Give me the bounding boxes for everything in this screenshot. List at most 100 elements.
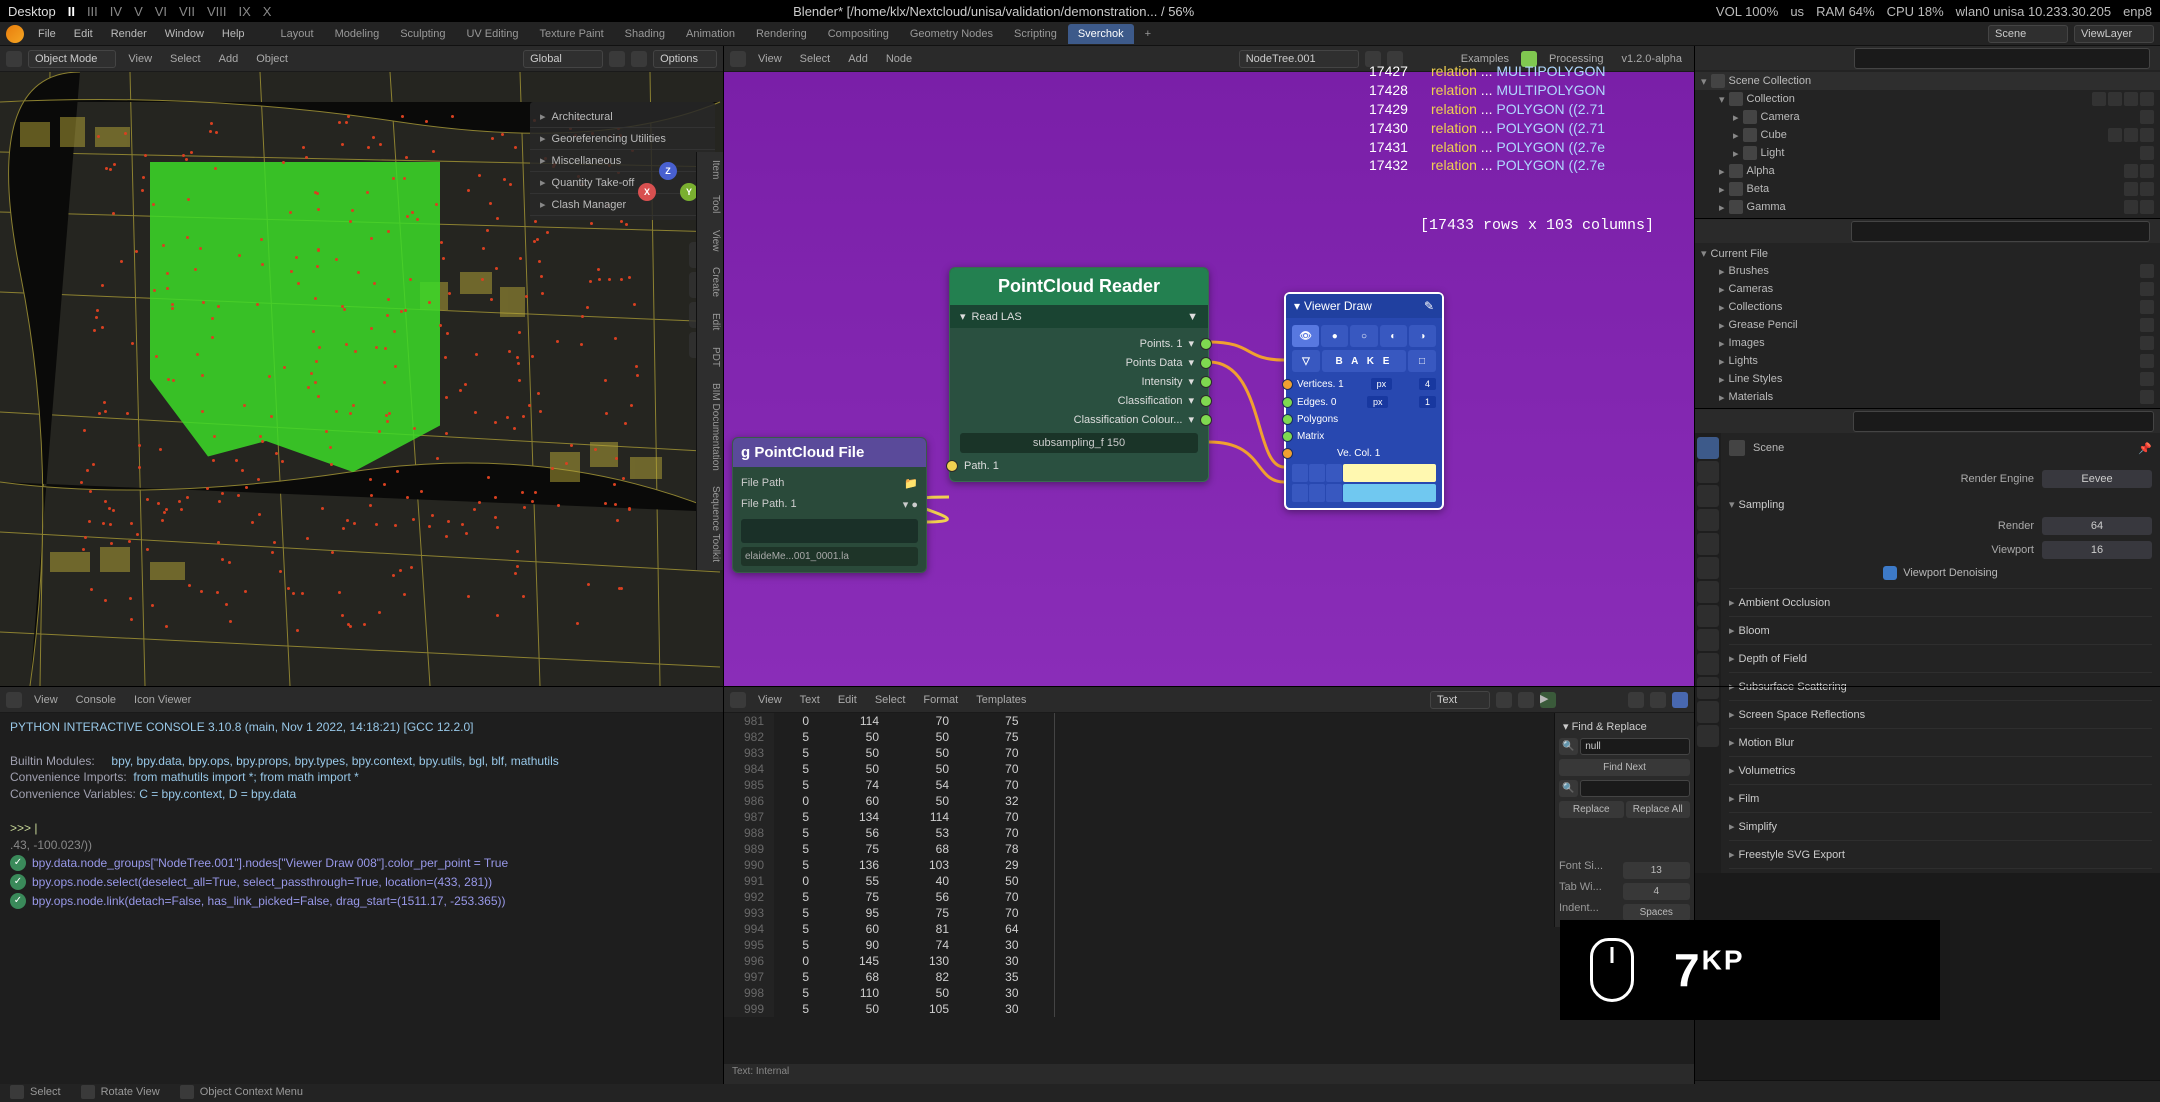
data-item[interactable]: Cameras bbox=[1695, 280, 2160, 298]
orient-dropdown[interactable]: Global bbox=[523, 50, 603, 68]
edit-icon[interactable]: ✎ bbox=[1424, 299, 1434, 313]
findrepl-title[interactable]: ▾ Find & Replace bbox=[1559, 717, 1690, 736]
vd-target[interactable]: □ bbox=[1408, 350, 1436, 372]
workspace-9[interactable]: IX bbox=[238, 4, 250, 19]
tabw-field[interactable]: 4 bbox=[1623, 883, 1691, 900]
con-menu-view[interactable]: View bbox=[28, 692, 64, 708]
ptab-output[interactable] bbox=[1697, 461, 1719, 483]
te-menu-view[interactable]: View bbox=[752, 692, 788, 708]
ptab-scene[interactable] bbox=[1697, 509, 1719, 531]
viewport-samples[interactable]: 16 bbox=[2042, 541, 2152, 559]
outliner-item[interactable]: Light bbox=[1695, 144, 2160, 162]
pointcloud-reader-node[interactable]: PointCloud Reader Read LAS▼ Points. 1▾ P… bbox=[949, 267, 1209, 482]
te-menu-format[interactable]: Format bbox=[917, 692, 964, 708]
ptab-render[interactable] bbox=[1697, 437, 1719, 459]
outliner-item[interactable]: Alpha bbox=[1695, 162, 2160, 180]
cb-a[interactable] bbox=[1292, 464, 1308, 482]
te-shield-icon[interactable] bbox=[1496, 692, 1512, 708]
texted-icon[interactable] bbox=[730, 692, 746, 708]
vd-shade-2[interactable]: ○ bbox=[1350, 325, 1377, 347]
te-menu-text[interactable]: Text bbox=[794, 692, 826, 708]
vp-menu-select[interactable]: Select bbox=[164, 51, 207, 67]
vd-shade-1[interactable]: ● bbox=[1321, 325, 1348, 347]
menu-edit[interactable]: Edit bbox=[66, 25, 101, 43]
data-item[interactable]: Grease Pencil bbox=[1695, 316, 2160, 334]
vd-shade-3[interactable]: ◐ bbox=[1380, 325, 1407, 347]
file-browser-icon[interactable] bbox=[741, 519, 918, 543]
console-icon[interactable] bbox=[6, 692, 22, 708]
gizmo-x[interactable]: X bbox=[638, 183, 656, 201]
fontsize-field[interactable]: 13 bbox=[1623, 862, 1691, 879]
vp-menu-object[interactable]: Object bbox=[250, 51, 294, 67]
ntab-pdt[interactable]: PDT bbox=[696, 339, 723, 375]
tab-sculpting[interactable]: Sculpting bbox=[390, 24, 455, 44]
ptab-view[interactable] bbox=[1697, 485, 1719, 507]
outliner-search[interactable] bbox=[1854, 48, 2150, 69]
workspace-6[interactable]: VI bbox=[155, 4, 167, 19]
ntab-item[interactable]: Item bbox=[696, 152, 723, 187]
python-console[interactable]: View Console Icon Viewer PYTHON INTERACT… bbox=[0, 687, 723, 1084]
current-file-row[interactable]: Current File bbox=[1695, 245, 2160, 262]
te-menu-templates[interactable]: Templates bbox=[970, 692, 1032, 708]
ntab-view[interactable]: View bbox=[696, 222, 723, 260]
workspace-10[interactable]: X bbox=[263, 4, 272, 19]
tab-texture[interactable]: Texture Paint bbox=[529, 24, 613, 44]
tab-compositing[interactable]: Compositing bbox=[818, 24, 899, 44]
run-script-icon[interactable]: ▶ bbox=[1540, 692, 1556, 708]
data-item[interactable]: Materials bbox=[1695, 388, 2160, 406]
tab-uv[interactable]: UV Editing bbox=[456, 24, 528, 44]
replace-button[interactable]: Replace bbox=[1559, 801, 1624, 818]
find-input[interactable] bbox=[1580, 738, 1690, 755]
te-view2-icon[interactable] bbox=[1650, 692, 1666, 708]
panel-georef[interactable]: Georeferencing Utilities bbox=[530, 128, 715, 150]
file-node[interactable]: g PointCloud File File Path📁 File Path. … bbox=[732, 437, 927, 573]
workspace-5[interactable]: V bbox=[134, 4, 143, 19]
editor-type-icon[interactable] bbox=[6, 51, 22, 67]
render-samples[interactable]: 64 bbox=[2042, 517, 2152, 535]
tab-sverchok[interactable]: Sverchok bbox=[1068, 24, 1134, 44]
viewer-draw-node[interactable]: Viewer Draw✎ 👁 ● ○ ◐ ◑ ▽ B A K E □ Verti… bbox=[1284, 292, 1444, 510]
ptab-particle[interactable] bbox=[1697, 605, 1719, 627]
viewport-3d[interactable]: Object Mode View Select Add Object Globa… bbox=[0, 46, 723, 686]
te-menu-edit[interactable]: Edit bbox=[832, 692, 863, 708]
outliner-item[interactable]: Camera bbox=[1695, 108, 2160, 126]
nodetree-name[interactable]: NodeTree.001 bbox=[1239, 50, 1359, 68]
data-search[interactable] bbox=[1851, 221, 2150, 242]
te-x-icon[interactable] bbox=[1518, 692, 1534, 708]
pin-icon[interactable]: 📌 bbox=[2138, 442, 2152, 455]
viewlayer-dropdown[interactable]: ViewLayer bbox=[2074, 25, 2154, 43]
tab-modeling[interactable]: Modeling bbox=[325, 24, 390, 44]
workspace-8[interactable]: VIII bbox=[207, 4, 227, 19]
workspace-3[interactable]: III bbox=[87, 4, 98, 19]
outliner-item[interactable]: Collection bbox=[1695, 90, 2160, 108]
ntab-tool[interactable]: Tool bbox=[696, 187, 723, 221]
tab-shading[interactable]: Shading bbox=[615, 24, 675, 44]
outliner-item[interactable]: Cube bbox=[1695, 126, 2160, 144]
prop-section[interactable]: Ambient Occlusion bbox=[1729, 589, 2152, 617]
swatch-yellow[interactable] bbox=[1343, 464, 1436, 482]
ptab-world[interactable] bbox=[1697, 533, 1719, 555]
denoise-checkbox[interactable] bbox=[1883, 566, 1897, 580]
nav-gizmo[interactable]: X Y Z bbox=[638, 162, 698, 222]
text-doc-name[interactable]: Text bbox=[1430, 691, 1490, 709]
vd-eye-icon[interactable]: 👁 bbox=[1292, 325, 1319, 347]
snap-icon[interactable] bbox=[609, 51, 625, 67]
workspace-7[interactable]: VII bbox=[179, 4, 195, 19]
proportional-icon[interactable] bbox=[631, 51, 647, 67]
data-item[interactable]: Lights bbox=[1695, 352, 2160, 370]
ne-menu-add[interactable]: Add bbox=[842, 51, 874, 67]
cb-b[interactable] bbox=[1309, 464, 1325, 482]
te-view3-icon[interactable] bbox=[1672, 692, 1688, 708]
prop-section[interactable]: Depth of Field bbox=[1729, 645, 2152, 673]
outliner-item[interactable]: Gamma bbox=[1695, 198, 2160, 216]
ne-menu-select[interactable]: Select bbox=[794, 51, 837, 67]
options-dropdown[interactable]: Options bbox=[653, 50, 717, 68]
cb-f[interactable] bbox=[1326, 484, 1342, 502]
scene-collection-row[interactable]: Scene Collection bbox=[1695, 72, 2160, 90]
tab-geonodes[interactable]: Geometry Nodes bbox=[900, 24, 1003, 44]
vd-shade-4[interactable]: ◑ bbox=[1409, 325, 1436, 347]
data-item[interactable]: Line Styles bbox=[1695, 370, 2160, 388]
ne-menu-view[interactable]: View bbox=[752, 51, 788, 67]
props-search[interactable] bbox=[1853, 411, 2154, 432]
cb-c[interactable] bbox=[1326, 464, 1342, 482]
